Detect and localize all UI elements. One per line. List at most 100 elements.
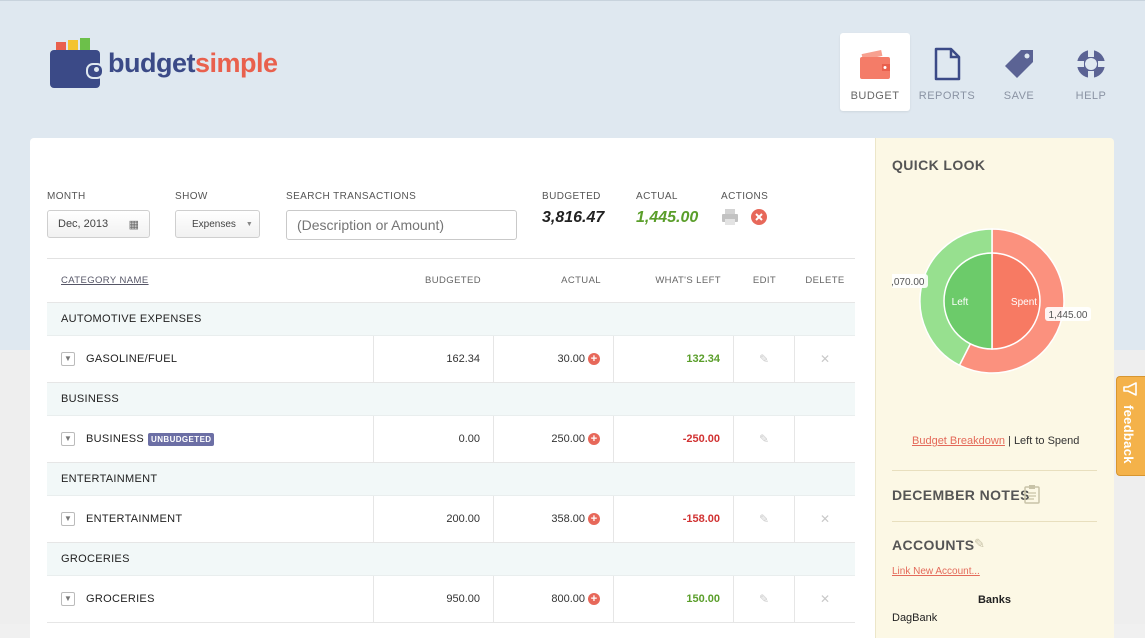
delete-cell: ✕ — [795, 496, 855, 542]
edit-icon[interactable]: ✎ — [759, 512, 769, 526]
budgeted-cell[interactable]: 0.00 — [374, 416, 494, 462]
table-row: ▼ ENTERTAINMENT 200.00 358.00 + -158.00 ✎ … — [47, 496, 855, 543]
left-to-spend-label[interactable]: Left to Spend — [1014, 435, 1079, 447]
budget-panel: MONTH Dec, 2013 ▦ SHOW Expenses ▼ SEARCH… — [30, 138, 875, 638]
actual-cell: 800.00 + — [494, 576, 614, 622]
top-navigation: BUDGET REPORTS SAVE HELP — [840, 33, 1126, 111]
expand-toggle[interactable]: ▼ — [61, 432, 75, 446]
category-name-header[interactable]: CATEGORY NAME — [47, 275, 374, 286]
add-transaction-icon[interactable]: + — [588, 433, 600, 445]
actual-total: 1,445.00 — [636, 209, 699, 226]
inner-left-label: Left — [952, 297, 969, 308]
clear-icon[interactable] — [750, 208, 768, 226]
search-input[interactable] — [286, 210, 517, 240]
inner-right-label: Spent — [1011, 297, 1037, 308]
table-row: ▼ GASOLINE/FUEL 162.34 30.00 + 132.34 ✎ ✕ — [47, 336, 855, 383]
actual-cell: 358.00 + — [494, 496, 614, 542]
add-transaction-icon[interactable]: + — [588, 353, 600, 365]
edit-header: EDIT — [752, 275, 777, 286]
app-logo[interactable]: budgetsimple — [50, 37, 278, 89]
item-name: GROCERIES — [86, 593, 155, 605]
expand-toggle[interactable]: ▼ — [61, 352, 75, 366]
delete-icon[interactable]: ✕ — [820, 512, 830, 526]
nav-reports-button[interactable]: REPORTS — [912, 33, 982, 111]
actions-label: ACTIONS — [721, 191, 769, 202]
add-transaction-icon[interactable]: + — [588, 593, 600, 605]
feedback-label: feedback — [1121, 405, 1136, 464]
delete-header: DELETE — [805, 275, 845, 286]
accounts-title: ACCOUNTS — [892, 537, 975, 553]
nav-save-button[interactable]: SAVE — [984, 33, 1054, 111]
delete-cell: ✕ — [795, 576, 855, 622]
clipboard-icon[interactable] — [1024, 484, 1040, 509]
actual-header: ACTUAL — [561, 275, 601, 286]
edit-accounts-icon[interactable]: ✎ — [974, 536, 985, 552]
actual-cell: 30.00 + — [494, 336, 614, 382]
expand-toggle[interactable]: ▼ — [61, 512, 75, 526]
left-value-label: 1,070.00 — [892, 277, 925, 288]
banks-heading: Banks — [977, 594, 1012, 606]
item-name: ENTERTAINMENT — [86, 513, 183, 525]
nav-help-button[interactable]: HELP — [1056, 33, 1126, 111]
show-label: SHOW — [175, 191, 208, 202]
budget-donut-chart[interactable]: Left Spent 1,070.00 1,445.00 — [892, 216, 1102, 386]
whats-left-cell: 150.00 — [614, 576, 734, 622]
edit-icon[interactable]: ✎ — [759, 432, 769, 446]
budgeted-cell[interactable]: 162.34 — [374, 336, 494, 382]
show-select[interactable]: Expenses ▼ — [175, 210, 260, 238]
quick-look-sidebar: QUICK LOOK Left Spent 1,070.00 1,445.00 Bud… — [875, 138, 1114, 638]
bank-name[interactable]: DagBank — [892, 612, 937, 624]
table-row: ▼ BUSINESS UNBUDGETED 0.00 250.00 + -250.00… — [47, 416, 855, 463]
delete-icon[interactable]: ✕ — [820, 592, 830, 606]
whats-left-cell: -158.00 — [614, 496, 734, 542]
document-icon — [929, 46, 965, 82]
whats-left-header: WHAT'S LEFT — [655, 275, 721, 286]
edit-cell: ✎ — [734, 416, 795, 462]
table-row: ▼ GROCERIES 950.00 800.00 + 150.00 ✎ ✕ — [47, 576, 855, 623]
item-name: BUSINESS — [86, 433, 145, 445]
edit-cell: ✎ — [734, 336, 795, 382]
app-name: budgetsimple — [108, 47, 278, 78]
expand-toggle[interactable]: ▼ — [61, 592, 75, 606]
wallet-icon — [857, 46, 893, 82]
delete-icon[interactable]: ✕ — [820, 352, 830, 366]
link-new-account[interactable]: Link New Account... — [892, 566, 980, 577]
edit-icon[interactable]: ✎ — [759, 592, 769, 606]
whats-left-cell: -250.00 — [614, 416, 734, 462]
budget-breakdown-link[interactable]: Budget Breakdown — [912, 435, 1005, 447]
megaphone-icon — [1122, 381, 1140, 402]
category-row: AUTOMOTIVE EXPENSES — [47, 303, 855, 336]
category-row: BUSINESS — [47, 383, 855, 416]
quick-look-title: QUICK LOOK — [892, 157, 986, 173]
december-notes-title: DECEMBER NOTES — [892, 487, 1030, 503]
spent-value-label: 1,445.00 — [1049, 310, 1088, 321]
delete-cell — [795, 416, 855, 462]
whats-left-cell: 132.34 — [614, 336, 734, 382]
search-label: SEARCH TRANSACTIONS — [286, 191, 417, 202]
edit-cell: ✎ — [734, 576, 795, 622]
tag-icon — [1001, 46, 1037, 82]
budget-table: CATEGORY NAME BUDGETED ACTUAL WHAT'S LEF… — [47, 258, 855, 623]
item-name: GASOLINE/FUEL — [86, 353, 178, 365]
budgeted-cell[interactable]: 950.00 — [374, 576, 494, 622]
add-transaction-icon[interactable]: + — [588, 513, 600, 525]
month-label: MONTH — [47, 191, 86, 202]
nav-budget-button[interactable]: BUDGET — [840, 33, 910, 111]
table-header: CATEGORY NAME BUDGETED ACTUAL WHAT'S LEF… — [47, 259, 855, 303]
edit-cell: ✎ — [734, 496, 795, 542]
lifebuoy-icon — [1073, 46, 1109, 82]
edit-icon[interactable]: ✎ — [759, 352, 769, 366]
delete-cell: ✕ — [795, 336, 855, 382]
actual-total-label: ACTUAL — [636, 191, 678, 202]
calendar-icon: ▦ — [128, 218, 139, 231]
divider — [892, 470, 1097, 471]
month-picker[interactable]: Dec, 2013 ▦ — [47, 210, 150, 238]
budgeted-cell[interactable]: 200.00 — [374, 496, 494, 542]
divider — [892, 521, 1097, 522]
category-row: GROCERIES — [47, 543, 855, 576]
print-icon[interactable] — [721, 208, 739, 226]
wallet-logo-icon — [50, 38, 104, 88]
budgeted-total: 3,816.47 — [542, 209, 605, 226]
chevron-down-icon: ▼ — [245, 220, 253, 228]
budgeted-header: BUDGETED — [425, 275, 481, 286]
